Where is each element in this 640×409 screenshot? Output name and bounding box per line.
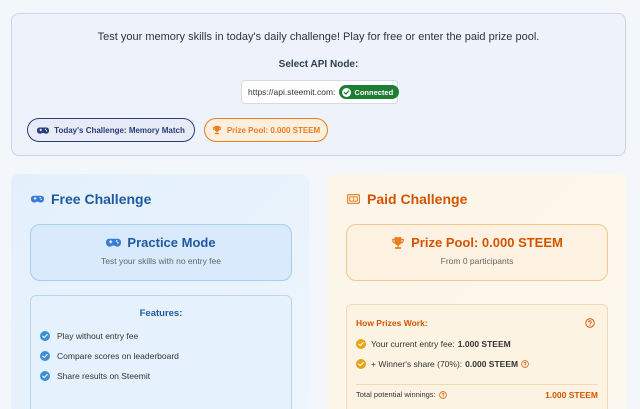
check-circle-icon [40,351,50,361]
prize-pool-pill[interactable]: Prize Pool: 0.000 STEEM [204,118,328,142]
free-challenge-title: Free Challenge [31,191,151,207]
total-winnings-label: Total potential winnings: [356,390,447,399]
feature-item-text: Share results on Steemit [57,371,151,381]
paid-challenge-title: Paid Challenge [347,191,467,207]
help-circle-icon[interactable] [521,360,529,368]
help-circle-icon[interactable] [585,318,595,328]
check-circle-icon [342,87,352,97]
check-circle-icon [40,371,50,381]
winner-share-label: + Winner's share (70%): [371,359,463,369]
divider [356,384,598,385]
total-winnings-value: 1.000 STEEM [545,390,598,400]
challenge-description: Test your memory skills in today's daily… [97,31,540,43]
gamepad-icon [106,238,122,247]
todays-challenge-pill[interactable]: Today's Challenge: Memory Match [27,118,195,142]
winner-share-value: 0.000 STEEM [465,359,519,369]
practice-mode-subtitle: Test your skills with no entry fee [101,256,221,266]
features-box: Features: Play without entry fee Compare… [30,295,292,409]
features-title: Features: [139,308,183,319]
prize-pool-card[interactable]: Prize Pool: 0.000 STEEM From 0 participa… [346,224,608,281]
prize-pool-pill-label: Prize Pool: 0.000 STEEM [226,125,321,135]
ticket-icon [347,194,360,204]
trophy-icon [392,236,404,249]
total-winnings-label-text: Total potential winnings: [356,390,436,399]
feature-item: Compare scores on leaderboard [40,351,179,361]
trophy-icon [212,125,221,135]
connection-status-text: Connected [354,87,394,97]
how-prizes-work-title: How Prizes Work: [356,318,428,328]
paid-challenge-panel: Paid Challenge Prize Pool: 0.000 STEEM F… [327,174,626,409]
prize-pool-title: Prize Pool: 0.000 STEEM [347,235,607,250]
connection-status-badge: Connected [339,85,400,99]
practice-mode-card[interactable]: Practice Mode Test your skills with no e… [30,224,292,281]
api-node-value: https://api.steemit.com: [248,87,336,97]
check-circle-icon [356,339,366,349]
challenge-header-card: Test your memory skills in today's daily… [11,13,626,156]
feature-item: Play without entry fee [40,331,138,341]
feature-item-text: Play without entry fee [57,331,139,341]
prize-pool-title-text: Prize Pool: 0.000 STEEM [411,235,563,250]
check-circle-icon [356,359,366,369]
gamepad-icon [31,195,44,203]
practice-mode-title-text: Practice Mode [127,235,216,250]
how-prizes-work-box: How Prizes Work: Your current entry fee:… [346,304,608,409]
feature-item-text: Compare scores on leaderboard [57,351,179,361]
check-circle-icon [40,331,50,341]
api-node-label: Select API Node: [278,59,359,70]
todays-challenge-label: Today's Challenge: Memory Match [54,125,185,135]
gamepad-icon [37,127,50,134]
participants-count: From 0 participants [440,256,514,266]
entry-fee-value: 1.000 STEEM [457,339,511,349]
entry-fee-label: Your current entry fee: [371,339,455,349]
practice-mode-title: Practice Mode [31,235,291,250]
winner-share-line: + Winner's share (70%): 0.000 STEEM [356,359,529,369]
entry-fee-line: Your current entry fee: 1.000 STEEM [356,339,511,349]
api-node-select[interactable]: https://api.steemit.com: Connected [241,80,400,104]
feature-item: Share results on Steemit [40,371,150,381]
free-challenge-title-text: Free Challenge [51,191,152,207]
help-circle-icon[interactable] [438,390,447,399]
free-challenge-panel: Free Challenge Practice Mode Test your s… [11,174,309,409]
paid-challenge-title-text: Paid Challenge [367,191,468,207]
